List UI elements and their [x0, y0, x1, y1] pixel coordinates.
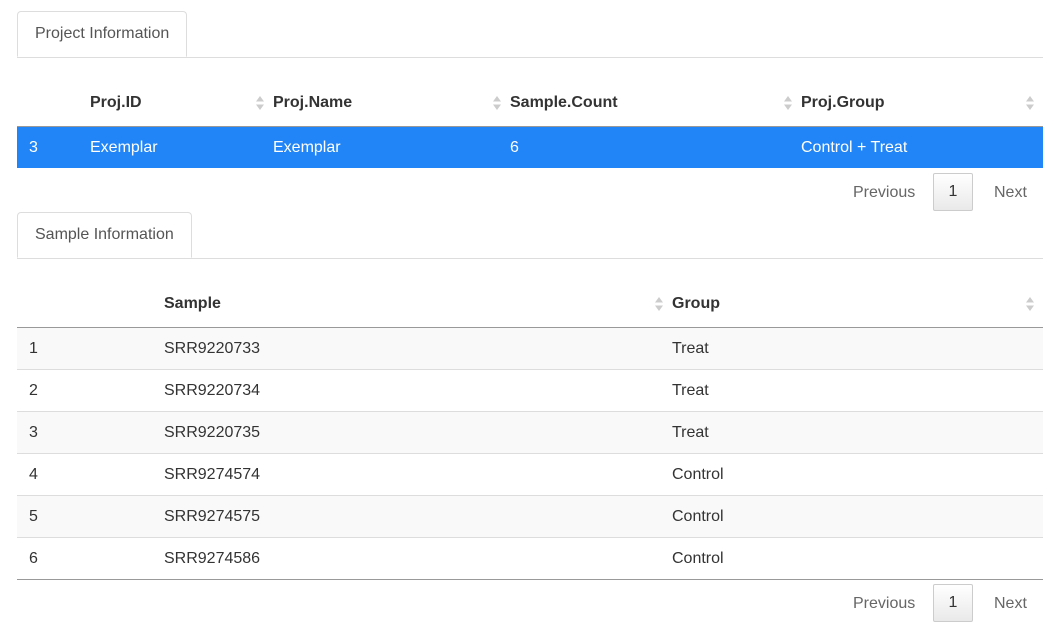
table-row[interactable]: 3 SRR9220735 Treat	[17, 411, 1043, 454]
cell-sample-count: 6	[510, 126, 801, 168]
col-header-label: Sample.Count	[510, 94, 618, 111]
table-row[interactable]: 3 Exemplar Exemplar 6 Control + Treat	[17, 126, 1043, 168]
cell-proj-id: Exemplar	[90, 126, 273, 168]
cell-group: Control	[672, 453, 1043, 496]
previous-page-button[interactable]: Previous	[853, 584, 915, 624]
row-index: 5	[17, 495, 164, 538]
project-section: Project Information Proj.ID Proj.Name Sa…	[17, 11, 1043, 217]
cell-proj-name: Exemplar	[273, 126, 510, 168]
next-page-button[interactable]: Next	[994, 173, 1027, 213]
col-header-proj-id[interactable]: Proj.ID	[90, 80, 273, 127]
table-row[interactable]: 4 SRR9274574 Control	[17, 453, 1043, 496]
row-index: 3	[17, 126, 90, 168]
col-header-group[interactable]: Group	[672, 281, 1043, 328]
col-header-label: Proj.Group	[801, 94, 885, 111]
page-1-button[interactable]: 1	[933, 173, 973, 211]
col-header-sample-count[interactable]: Sample.Count	[510, 80, 801, 127]
col-header-label: Group	[672, 295, 720, 312]
col-header-sample[interactable]: Sample	[164, 281, 672, 328]
sample-section: Sample Information Sample Group 1 SRR922…	[17, 212, 1043, 628]
sample-table-header: Sample Group	[17, 281, 1043, 328]
row-index: 3	[17, 411, 164, 454]
table-row[interactable]: 2 SRR9220734 Treat	[17, 369, 1043, 412]
project-index-header	[17, 80, 90, 127]
row-index: 1	[17, 327, 164, 370]
sort-icon	[256, 96, 264, 110]
row-index: 2	[17, 369, 164, 412]
sort-icon	[655, 297, 663, 311]
sort-icon	[493, 96, 501, 110]
sample-index-header	[17, 281, 164, 328]
project-tabbar: Project Information	[17, 11, 1043, 58]
cell-group: Treat	[672, 327, 1043, 370]
cell-group: Control	[672, 495, 1043, 538]
col-header-label: Proj.ID	[90, 94, 142, 111]
cell-sample: SRR9220734	[164, 369, 672, 412]
project-table-header: Proj.ID Proj.Name Sample.Count Proj.Grou…	[17, 80, 1043, 127]
sample-tabbar: Sample Information	[17, 212, 1043, 259]
sample-pagination: Previous 1 Next	[17, 584, 1043, 628]
sort-icon	[1026, 297, 1034, 311]
sort-icon	[784, 96, 792, 110]
previous-page-button[interactable]: Previous	[853, 173, 915, 213]
cell-group: Treat	[672, 411, 1043, 454]
next-page-button[interactable]: Next	[994, 584, 1027, 624]
tab-project-information[interactable]: Project Information	[17, 11, 188, 57]
cell-sample: SRR9274586	[164, 537, 672, 580]
col-header-proj-group[interactable]: Proj.Group	[801, 80, 1043, 127]
col-header-proj-name[interactable]: Proj.Name	[273, 80, 510, 127]
cell-group: Control	[672, 537, 1043, 580]
project-pagination: Previous 1 Next	[17, 173, 1043, 217]
cell-sample: SRR9220733	[164, 327, 672, 370]
row-index: 4	[17, 453, 164, 496]
page-1-button[interactable]: 1	[933, 584, 973, 622]
project-table: Proj.ID Proj.Name Sample.Count Proj.Grou…	[17, 80, 1043, 168]
cell-group: Treat	[672, 369, 1043, 412]
col-header-label: Proj.Name	[273, 94, 353, 111]
row-index: 6	[17, 537, 164, 580]
col-header-label: Sample	[164, 295, 221, 312]
cell-sample: SRR9274575	[164, 495, 672, 538]
table-row[interactable]: 6 SRR9274586 Control	[17, 537, 1043, 580]
sample-table: Sample Group 1 SRR9220733 Treat 2 SRR922…	[17, 281, 1043, 580]
sort-icon	[1026, 96, 1034, 110]
tab-sample-information[interactable]: Sample Information	[17, 212, 192, 258]
cell-proj-group: Control + Treat	[801, 126, 1043, 168]
cell-sample: SRR9220735	[164, 411, 672, 454]
table-row[interactable]: 1 SRR9220733 Treat	[17, 327, 1043, 370]
table-row[interactable]: 5 SRR9274575 Control	[17, 495, 1043, 538]
cell-sample: SRR9274574	[164, 453, 672, 496]
